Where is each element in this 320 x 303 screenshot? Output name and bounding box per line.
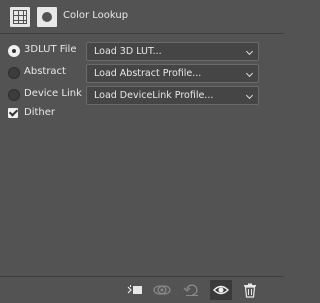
visibility-eye-icon[interactable] bbox=[210, 280, 232, 300]
select-value: Load 3D LUT... bbox=[94, 46, 162, 57]
dither-checkbox-row[interactable]: Dither bbox=[8, 105, 68, 125]
trash-icon[interactable] bbox=[241, 282, 259, 298]
layer-mask-icon[interactable] bbox=[37, 7, 57, 27]
panel-title: Color Lookup bbox=[63, 10, 129, 21]
view-previous-state-icon[interactable] bbox=[152, 282, 171, 298]
properties-footer bbox=[0, 276, 284, 303]
dither-checkbox[interactable] bbox=[8, 108, 18, 118]
grid-adjustment-icon[interactable] bbox=[10, 7, 30, 27]
option-abstract[interactable]: Abstract bbox=[8, 64, 78, 84]
reset-icon[interactable] bbox=[183, 282, 201, 298]
dither-label: Dither bbox=[24, 107, 56, 118]
radio-3dlut-file[interactable] bbox=[8, 45, 20, 57]
chevron-down-icon bbox=[245, 91, 254, 100]
select-value: Load DeviceLink Profile... bbox=[94, 90, 214, 101]
option-label: Abstract bbox=[24, 66, 66, 77]
option-label: Device Link bbox=[24, 88, 82, 99]
select-devicelink-profile[interactable]: Load DeviceLink Profile... bbox=[86, 86, 259, 105]
option-3dlut-file[interactable]: 3DLUT File bbox=[8, 42, 78, 62]
chevron-down-icon bbox=[245, 47, 254, 56]
select-abstract-profile[interactable]: Load Abstract Profile... bbox=[86, 64, 259, 83]
radio-abstract[interactable] bbox=[8, 67, 20, 79]
clip-to-layer-icon[interactable] bbox=[126, 282, 144, 298]
radio-device-link[interactable] bbox=[8, 89, 20, 101]
select-value: Load Abstract Profile... bbox=[94, 68, 202, 79]
option-label: 3DLUT File bbox=[24, 44, 77, 55]
chevron-down-icon bbox=[245, 69, 254, 78]
properties-header: Color Lookup bbox=[0, 0, 284, 34]
option-device-link[interactable]: Device Link bbox=[8, 86, 82, 106]
select-3dlut[interactable]: Load 3D LUT... bbox=[86, 42, 259, 61]
